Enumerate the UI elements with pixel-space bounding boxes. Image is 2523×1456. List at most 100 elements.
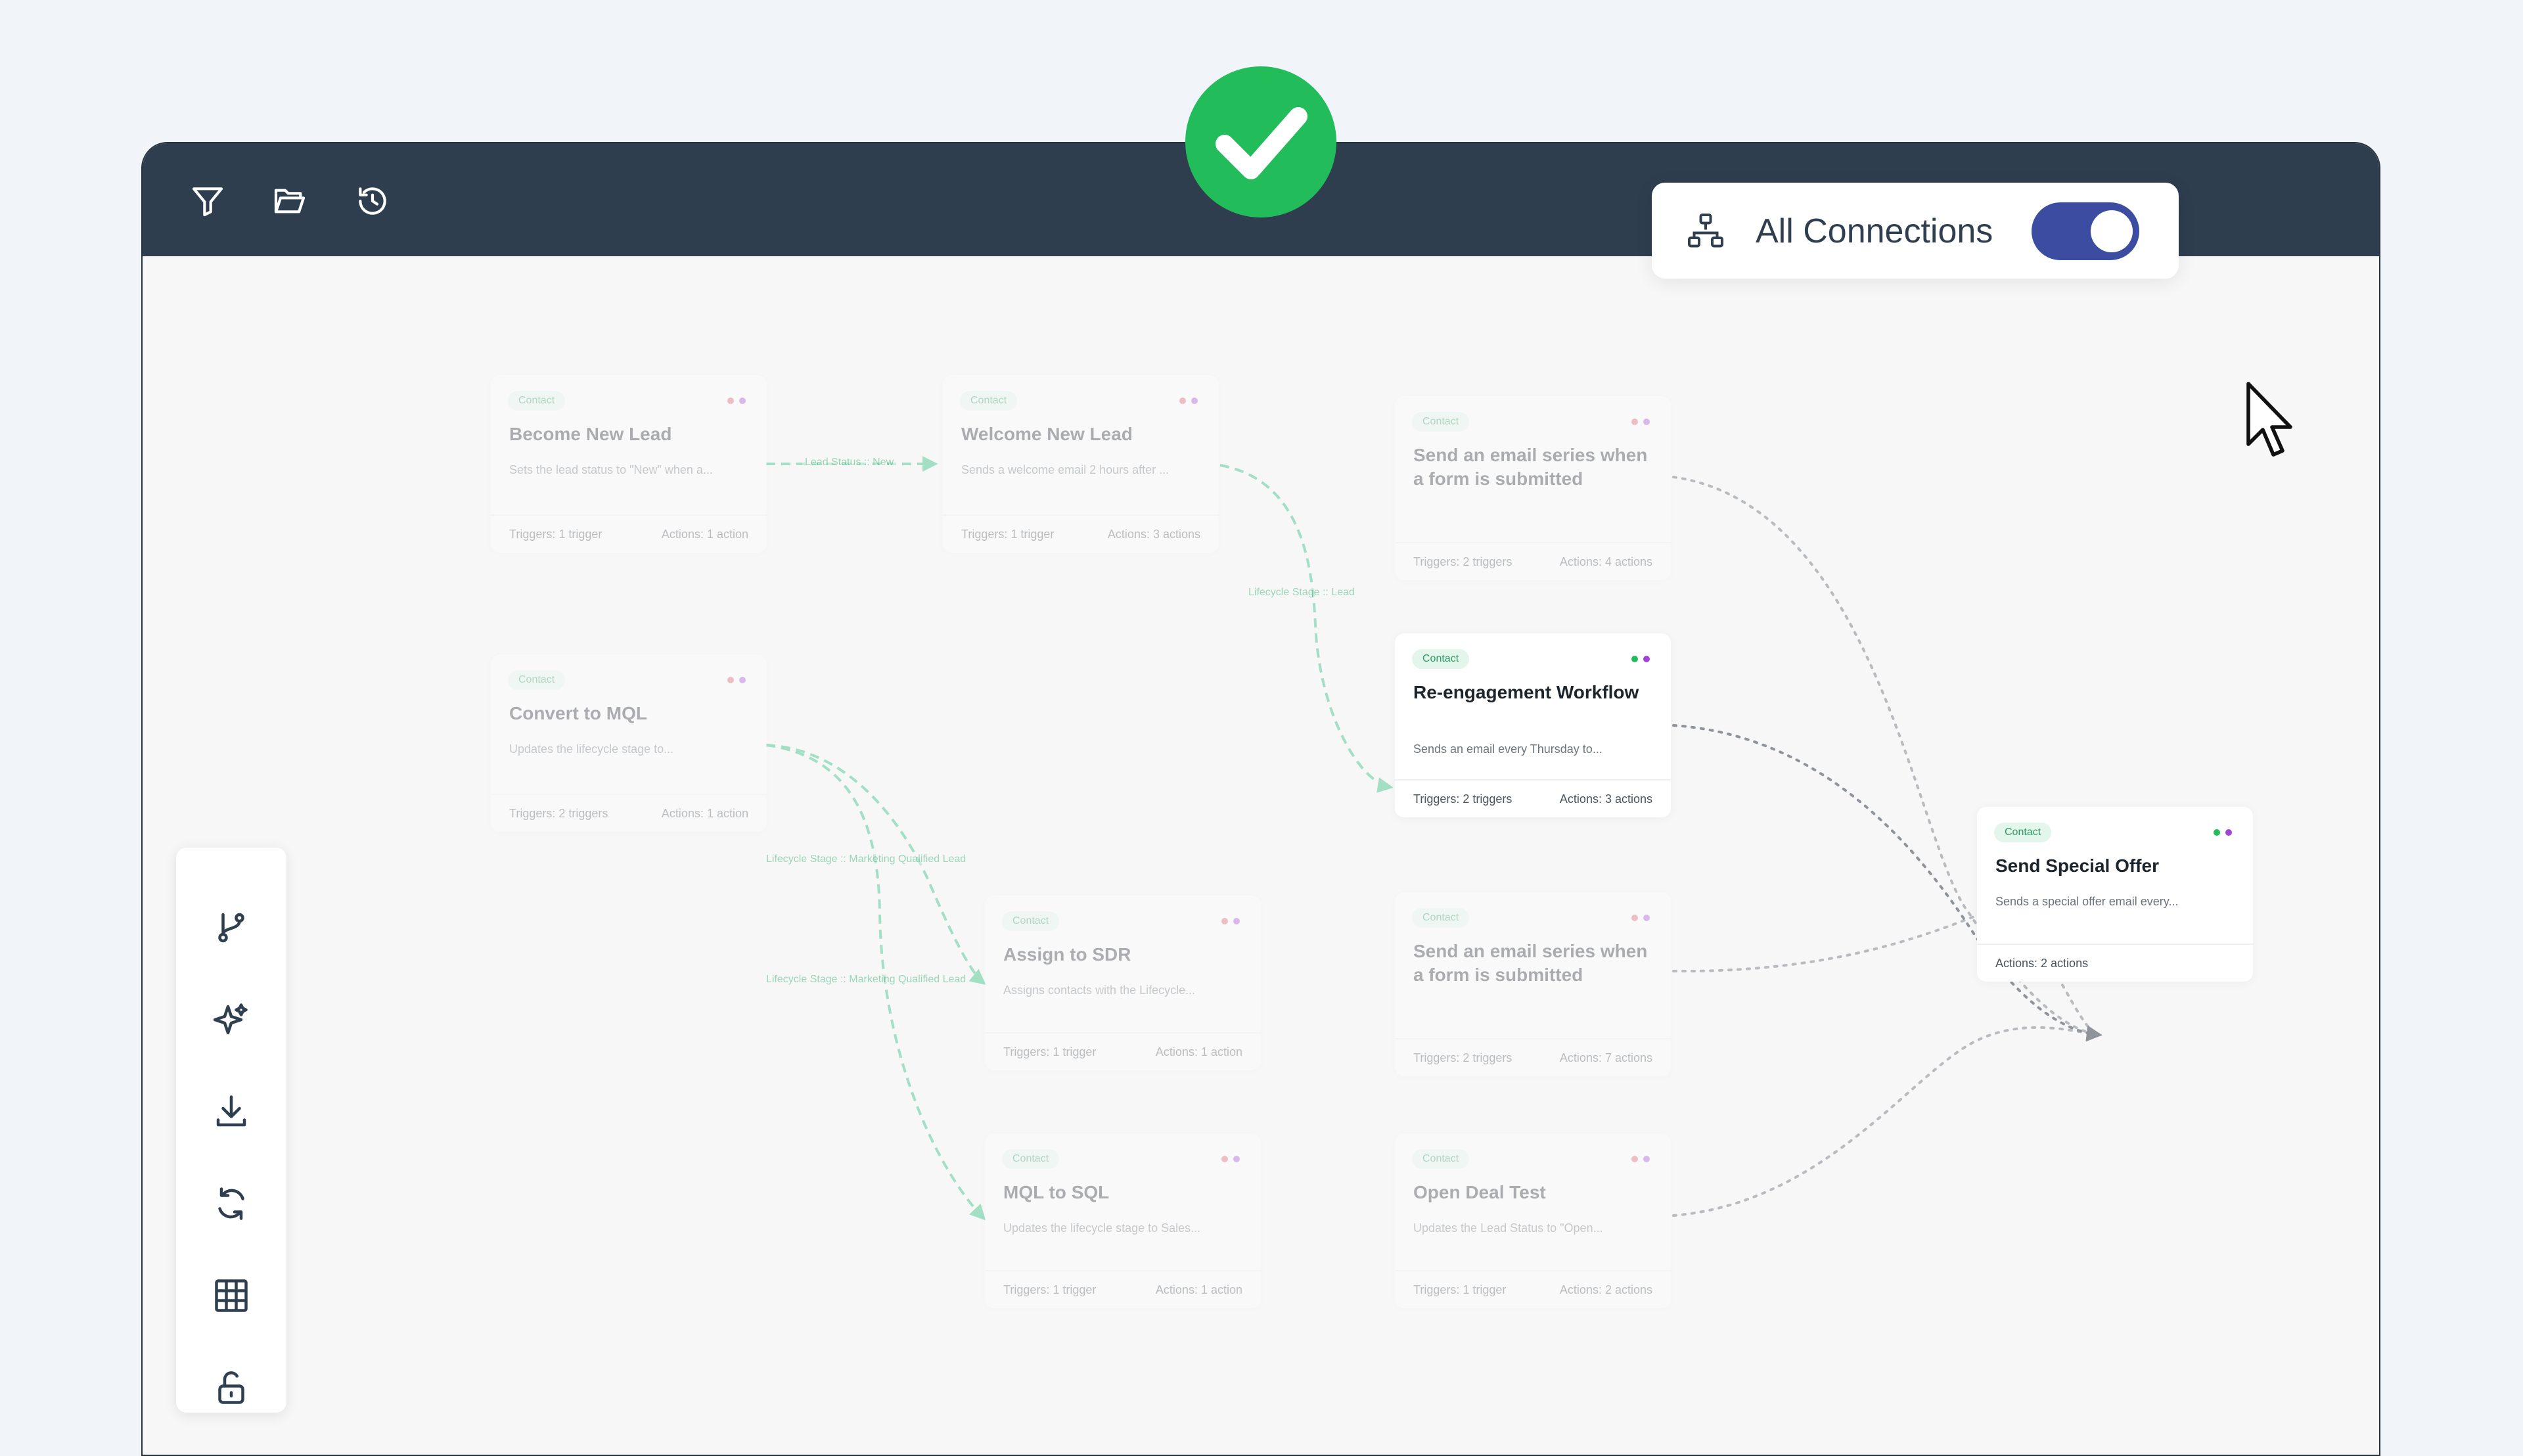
status-dots <box>727 398 746 404</box>
actions-count: Actions: 2 actions <box>1559 1283 1652 1296</box>
node-title: Convert to MQL <box>509 703 647 723</box>
node-footer: Triggers: 2 triggers Actions: 1 action <box>491 794 767 832</box>
edge-opendeal-offer <box>1672 1025 2102 1217</box>
triggers-count: Triggers: 1 trigger <box>509 527 602 541</box>
refresh-icon[interactable] <box>212 1184 251 1223</box>
contact-tag: Contact <box>508 391 566 411</box>
contact-tag: Contact <box>508 670 566 690</box>
status-dots <box>727 677 746 683</box>
node-title: Send Special Offer <box>1995 855 2159 876</box>
download-icon[interactable] <box>212 1092 251 1131</box>
toggle-knob <box>2091 210 2133 252</box>
node-footer: Actions: 2 actions <box>1977 944 2253 982</box>
contact-tag: Contact <box>1412 1149 1470 1169</box>
contact-tag: Contact <box>1994 823 2052 842</box>
workflow-node-reengagement[interactable]: Contact Re-engagement Workflow Sends an … <box>1395 633 1671 817</box>
workflow-canvas[interactable]: Lead Status :: New Lifecycle Stage :: Le… <box>143 256 2379 1455</box>
node-title: Welcome New Lead <box>961 424 1133 444</box>
actions-count: Actions: 3 actions <box>1559 792 1652 806</box>
actions-count: Actions: 1 action <box>661 527 748 541</box>
node-footer: Triggers: 1 trigger Actions: 1 action <box>491 514 767 553</box>
contact-tag: Contact <box>1412 649 1470 669</box>
node-description: Updates the lifecycle stage to Sales... <box>1003 1221 1201 1235</box>
node-title: Become New Lead <box>509 424 672 444</box>
workflow-node-mql-to-sql[interactable]: Contact MQL to SQL Updates the lifecycle… <box>985 1133 1261 1308</box>
edge-label-lifecycle-mql: Lifecycle Stage :: Marketing Qualified L… <box>763 972 969 987</box>
workflow-node-convert-to-mql[interactable]: Contact Convert to MQL Updates the lifec… <box>491 654 767 832</box>
status-dots <box>1221 918 1240 924</box>
all-connections-label: All Connections <box>1756 212 1993 250</box>
actions-count: Actions: 7 actions <box>1559 1051 1652 1064</box>
edge-label-lifecycle-lead: Lifecycle Stage :: Lead <box>1246 585 1357 600</box>
mouse-cursor-icon <box>2246 382 2292 457</box>
status-dots <box>1631 656 1650 662</box>
workflow-node-welcome-new-lead[interactable]: Contact Welcome New Lead Sends a welcome… <box>943 375 1219 553</box>
node-footer: Triggers: 1 trigger Actions: 1 action <box>985 1270 1261 1308</box>
all-connections-toggle[interactable] <box>2032 202 2139 260</box>
node-title: Send an email series when a form is subm… <box>1413 941 1648 985</box>
node-footer: Triggers: 2 triggers Actions: 3 actions <box>1395 779 1671 817</box>
triggers-count: Triggers: 1 trigger <box>961 527 1055 541</box>
triggers-count: Triggers: 1 trigger <box>1413 1283 1507 1296</box>
node-description: Updates the lifecycle stage to... <box>509 742 674 756</box>
folder-open-icon[interactable] <box>271 183 308 219</box>
check-icon <box>1216 107 1307 179</box>
node-title: Re-engagement Workflow <box>1413 682 1639 702</box>
unlock-icon[interactable] <box>212 1368 251 1407</box>
actions-count: Actions: 1 action <box>1155 1283 1242 1296</box>
filter-icon[interactable] <box>189 183 226 219</box>
node-description: Sends a special offer email every... <box>1995 895 2179 908</box>
triggers-count: Triggers: 1 trigger <box>1003 1045 1097 1058</box>
node-footer: Triggers: 2 triggers Actions: 7 actions <box>1395 1038 1671 1076</box>
node-description: Sends a welcome email 2 hours after ... <box>961 463 1170 476</box>
workflow-node-become-new-lead[interactable]: Contact Become New Lead Sets the lead st… <box>491 375 767 553</box>
workflow-node-open-deal-test[interactable]: Contact Open Deal Test Updates the Lead … <box>1395 1133 1671 1308</box>
actions-count: Actions: 4 actions <box>1559 555 1652 568</box>
triggers-count: Triggers: 2 triggers <box>1413 555 1512 568</box>
node-description: Sets the lead status to "New" when a... <box>509 463 713 476</box>
triggers-count: Triggers: 1 trigger <box>1003 1283 1097 1296</box>
node-footer: Triggers: 2 triggers Actions: 4 actions <box>1395 542 1671 580</box>
workflow-node-email-series[interactable]: Contact Send an email series when a form… <box>1395 396 1671 580</box>
triggers-count: Triggers: 2 triggers <box>1413 1051 1512 1064</box>
triggers-count: Triggers: 2 triggers <box>509 806 608 820</box>
org-chart-icon <box>1688 214 1723 248</box>
node-description: Sends an email every Thursday to... <box>1413 742 1602 756</box>
workflow-node-send-special-offer[interactable]: Contact Send Special Offer Sends a speci… <box>1977 807 2253 982</box>
workflow-node-email-series[interactable]: Contact Send an email series when a form… <box>1395 892 1671 1076</box>
node-title: Open Deal Test <box>1413 1182 1546 1202</box>
node-footer: Triggers: 1 trigger Actions: 1 action <box>985 1032 1261 1070</box>
actions-count: Actions: 1 action <box>661 806 748 820</box>
contact-tag: Contact <box>960 391 1018 411</box>
edge-label-lead-status: Lead Status :: New <box>802 455 897 470</box>
triggers-count: Triggers: 2 triggers <box>1413 792 1512 806</box>
status-dots <box>1179 398 1198 404</box>
status-dots <box>1631 915 1650 921</box>
node-title: MQL to SQL <box>1003 1182 1110 1202</box>
status-dots <box>1631 1156 1650 1162</box>
branch-icon[interactable] <box>212 908 251 947</box>
edge-label-lifecycle-mql: Lifecycle Stage :: Marketing Qualified L… <box>763 852 969 867</box>
contact-tag: Contact <box>1412 412 1470 432</box>
contact-tag: Contact <box>1412 908 1470 928</box>
all-connections-card: All Connections <box>1652 183 2179 279</box>
history-icon[interactable] <box>354 183 391 219</box>
status-dots <box>1631 419 1650 425</box>
sparkle-icon[interactable] <box>212 1000 251 1039</box>
side-toolbar <box>176 848 286 1413</box>
workflow-node-assign-to-sdr[interactable]: Contact Assign to SDR Assigns contacts w… <box>985 896 1261 1070</box>
edge-lifecycle-lead <box>1219 464 1394 793</box>
contact-tag: Contact <box>1002 911 1060 931</box>
grid-icon[interactable] <box>212 1276 251 1315</box>
actions-count: Actions: 1 action <box>1155 1045 1242 1058</box>
actions-count: Actions: 3 actions <box>1107 527 1200 541</box>
status-dots <box>1221 1156 1240 1162</box>
node-title: Send an email series when a form is subm… <box>1413 445 1648 489</box>
node-description: Assigns contacts with the Lifecycle... <box>1003 984 1196 997</box>
success-badge <box>1185 66 1336 217</box>
app-window: Lead Status :: New Lifecycle Stage :: Le… <box>141 142 2380 1456</box>
node-description: Updates the Lead Status to "Open... <box>1413 1221 1603 1235</box>
node-footer: Triggers: 1 trigger Actions: 3 actions <box>943 514 1219 553</box>
status-dots <box>2214 829 2232 836</box>
node-footer: Triggers: 1 trigger Actions: 2 actions <box>1395 1270 1671 1308</box>
